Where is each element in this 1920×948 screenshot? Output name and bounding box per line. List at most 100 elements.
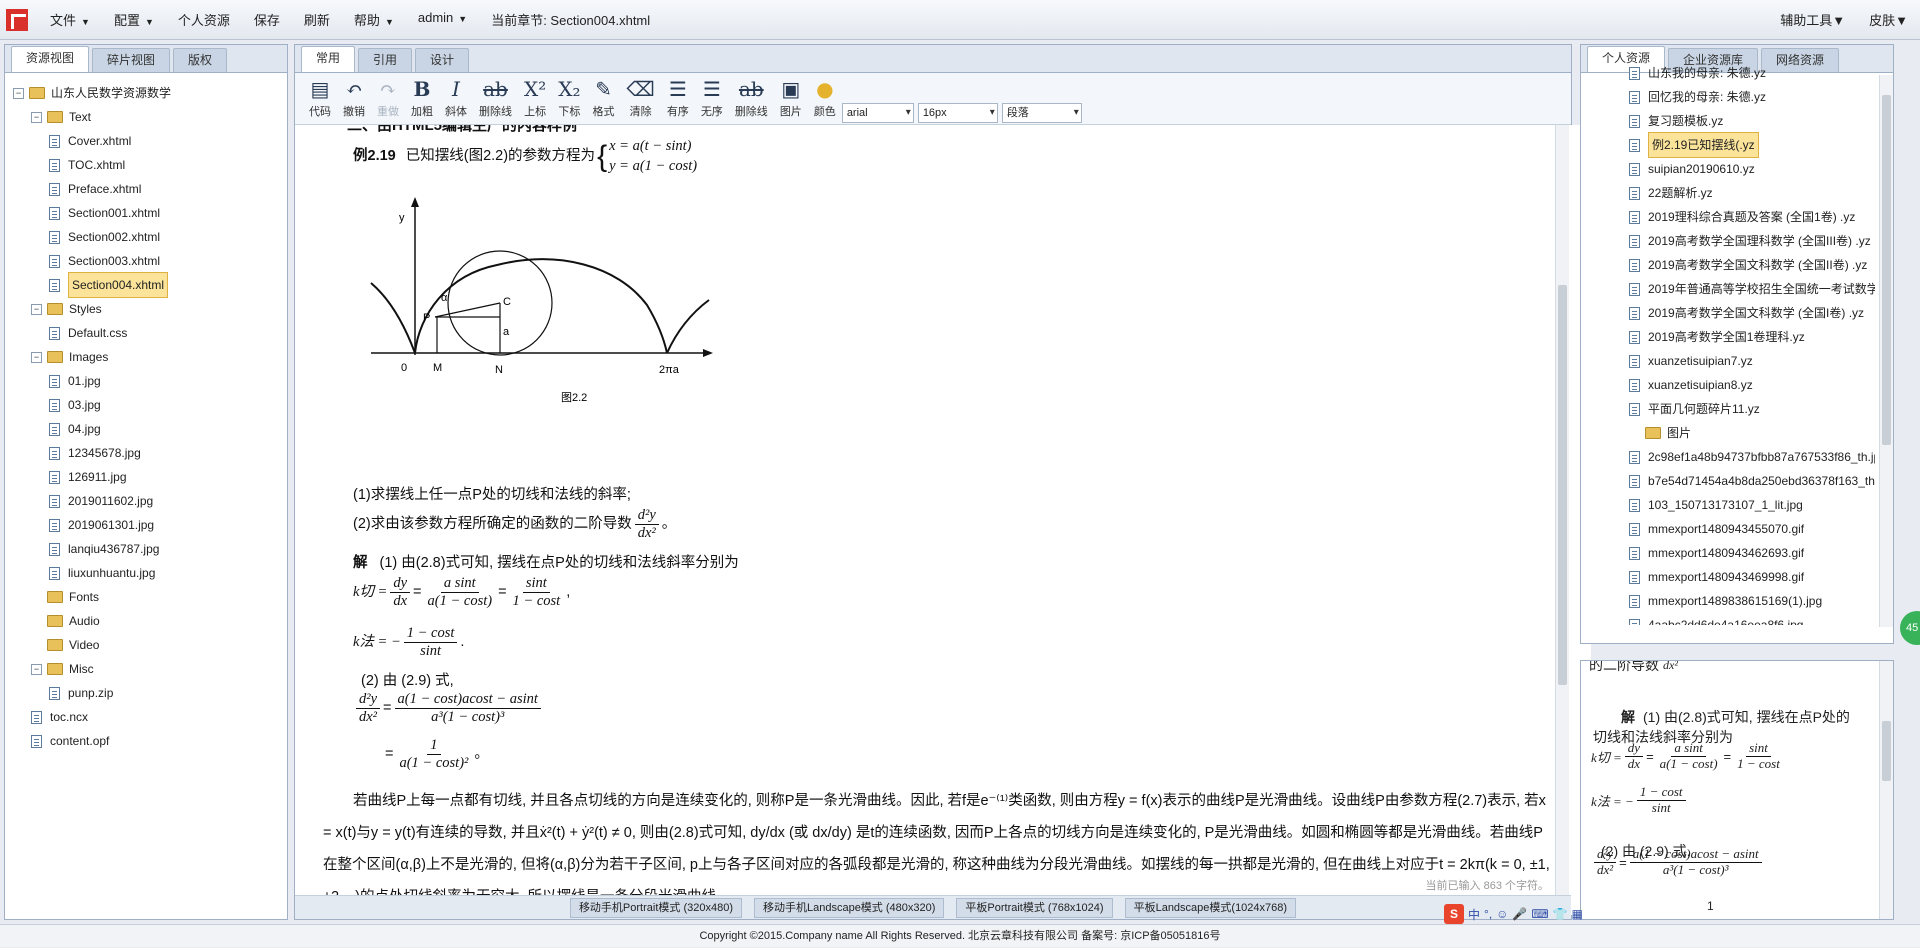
ime-lang[interactable]: 中 [1468, 906, 1480, 923]
tree-file[interactable]: 复习题模板.yz [1629, 109, 1875, 133]
tree-file[interactable]: 回忆我的母亲: 朱德.yz [1629, 85, 1875, 109]
editor-scrollbar[interactable] [1555, 125, 1569, 915]
tree-folder[interactable]: − Images [13, 345, 283, 369]
right-tree-scrollbar-thumb[interactable] [1882, 95, 1891, 445]
tree-file[interactable]: 例2.19已知摆线(.yz [1629, 132, 1875, 158]
tree-file[interactable]: 2019高考数学全国理科数学 (全国III卷) .yz [1629, 229, 1875, 253]
tree-file[interactable]: toc.ncx [13, 705, 283, 729]
menu-4[interactable]: 刷新 [292, 10, 342, 29]
tree-file[interactable]: 126911.jpg [13, 465, 283, 489]
tree-file[interactable]: mmexport1480943462693.gif [1629, 541, 1875, 565]
tree-file[interactable]: 04.jpg [13, 417, 283, 441]
tree-file[interactable]: liuxunhuantu.jpg [13, 561, 283, 585]
italic-button[interactable]: I 斜体 [439, 73, 473, 119]
tree-file[interactable]: 山东我的母亲: 朱德.yz [1629, 61, 1875, 85]
subscript-button[interactable]: X₂ 下标 [552, 73, 586, 119]
strikethrough-button[interactable]: ab 删除线 [473, 73, 518, 119]
font-family-select[interactable]: arial [841, 103, 914, 123]
tab-editor-tabs-1[interactable]: 引用 [358, 48, 413, 72]
preview-scrollbar-thumb[interactable] [1882, 721, 1891, 781]
tree-file[interactable]: mmexport1480943455070.gif [1629, 517, 1875, 541]
tree-file[interactable]: 03.jpg [13, 393, 283, 417]
tree-file[interactable]: Default.css [13, 321, 283, 345]
tree-file[interactable]: 103_150713173107_1_lit.jpg [1629, 493, 1875, 517]
microphone-icon[interactable]: 🎤 [1512, 907, 1527, 921]
tree-folder[interactable]: Fonts [13, 585, 283, 609]
tree-folder[interactable]: − 山东人民数学资源数学 [13, 81, 283, 105]
tree-file[interactable]: 2019高考数学全国1卷理科.yz [1629, 325, 1875, 349]
menu-6[interactable]: admin ▼ [406, 10, 479, 29]
tree-folder[interactable]: 图片 [1629, 421, 1875, 445]
menu-3[interactable]: 保存 [242, 10, 292, 29]
tree-file[interactable]: 2019061301.jpg [13, 513, 283, 537]
right-tree-scrollbar[interactable] [1879, 75, 1893, 627]
collapse-icon[interactable]: − [31, 303, 42, 315]
preview-mode-tab[interactable]: 移动手机Landscape模式 (480x320) [753, 898, 945, 918]
tree-file[interactable]: mmexport1480943469998.gif [1629, 565, 1875, 589]
tree-file[interactable]: b7e54d71454a4b8da250ebd36378f163_th.jp [1629, 469, 1875, 493]
tree-folder[interactable]: Video [13, 633, 283, 657]
collapse-icon[interactable]: − [31, 351, 42, 363]
tree-file[interactable]: 01.jpg [13, 369, 283, 393]
tree-file[interactable]: Preface.xhtml [13, 177, 283, 201]
tree-file[interactable]: suipian20190610.yz [1629, 157, 1875, 181]
tree-file[interactable]: mmexport1489838615169(1).jpg [1629, 589, 1875, 613]
tab-left-tabs-0[interactable]: 资源视图 [11, 46, 90, 72]
tab-left-tabs-2[interactable]: 版权 [173, 48, 228, 72]
strikethrough-2-button[interactable]: ab 删除线 [729, 73, 774, 119]
emoji-icon[interactable]: ☺ [1496, 907, 1508, 921]
preview-scrollbar[interactable] [1879, 661, 1893, 919]
unordered-list-button[interactable]: ☰ 无序 [695, 73, 729, 119]
tree-file[interactable]: TOC.xhtml [13, 153, 283, 177]
tree-folder[interactable]: Audio [13, 609, 283, 633]
color-button[interactable]: ● 颜色 [808, 73, 842, 119]
editor-scrollbar-thumb[interactable] [1558, 285, 1567, 685]
tree-file[interactable]: 2019高考数学全国文科数学 (全国I卷) .yz [1629, 301, 1875, 325]
toolbox-icon[interactable]: ▦ [1572, 907, 1583, 921]
tab-left-tabs-1[interactable]: 碎片视图 [92, 48, 171, 72]
preview-mode-tab[interactable]: 移动手机Portrait模式 (320x480) [569, 898, 742, 918]
tree-file[interactable]: Section001.xhtml [13, 201, 283, 225]
menu-2[interactable]: 个人资源 [166, 10, 242, 29]
redo-button[interactable]: ↷ 重做 [371, 73, 405, 119]
tree-file[interactable]: 12345678.jpg [13, 441, 283, 465]
tree-file[interactable]: content.opf [13, 729, 283, 753]
menu-5[interactable]: 帮助 ▼ [342, 10, 406, 29]
tree-file[interactable]: Section003.xhtml [13, 249, 283, 273]
collapse-icon[interactable]: − [13, 87, 24, 99]
tree-file[interactable]: Cover.xhtml [13, 129, 283, 153]
image-button[interactable]: ▣ 图片 [774, 73, 808, 119]
tree-file[interactable]: xuanzetisuipian8.yz [1629, 373, 1875, 397]
skin-menu[interactable]: 皮肤▼ [1857, 10, 1920, 29]
tree-file[interactable]: punp.zip [13, 681, 283, 705]
tree-file[interactable]: 22题解析.yz [1629, 181, 1875, 205]
font-size-select[interactable]: 16px [917, 103, 998, 123]
document-content[interactable]: 二、由HTML5编辑生产的内容样例 例2.19 已知摆线(图2.2)的参数方程为… [323, 125, 1591, 915]
paragraph-select[interactable]: 段落 [1001, 103, 1082, 123]
tools-menu[interactable]: 辅助工具▼ [1768, 10, 1857, 29]
tree-file[interactable]: 2c98ef1a48b94737bfbb87a767533f86_th.jp [1629, 445, 1875, 469]
bold-button[interactable]: B 加粗 [405, 73, 439, 119]
tab-editor-tabs-0[interactable]: 常用 [301, 46, 356, 72]
tree-file[interactable]: 平面几何题碎片11.yz [1629, 397, 1875, 421]
sogou-logo-icon[interactable]: S [1444, 904, 1464, 924]
tree-file[interactable]: 2019011602.jpg [13, 489, 283, 513]
tab-editor-tabs-2[interactable]: 设计 [415, 48, 470, 72]
menu-1[interactable]: 配置 ▼ [102, 10, 166, 29]
tree-file[interactable]: 2019年普通高等学校招生全国统一考试数学 [1629, 277, 1875, 301]
superscript-button[interactable]: X² 上标 [518, 73, 552, 119]
ordered-list-button[interactable]: ☰ 有序 [661, 73, 695, 119]
keyboard-icon[interactable]: ⌨ [1531, 907, 1548, 921]
preview-mode-tab[interactable]: 平板Portrait模式 (768x1024) [956, 898, 1113, 918]
menu-0[interactable]: 文件 ▼ [38, 10, 102, 29]
collapse-icon[interactable]: − [31, 663, 42, 675]
tree-file[interactable]: 4aabc2dd6de4a16eea8f6.jpg [1629, 613, 1875, 625]
code-button[interactable]: ▤ 代码 [303, 73, 337, 119]
tree-file[interactable]: xuanzetisuipian7.yz [1629, 349, 1875, 373]
skin-icon[interactable]: 👕 [1553, 907, 1568, 921]
tree-file[interactable]: 2019理科综合真题及答案 (全国1卷) .yz [1629, 205, 1875, 229]
tree-file[interactable]: lanqiu436787.jpg [13, 537, 283, 561]
collapse-icon[interactable]: − [31, 111, 42, 123]
tree-file[interactable]: 2019高考数学全国文科数学 (全国II卷) .yz [1629, 253, 1875, 277]
tree-folder[interactable]: − Styles [13, 297, 283, 321]
